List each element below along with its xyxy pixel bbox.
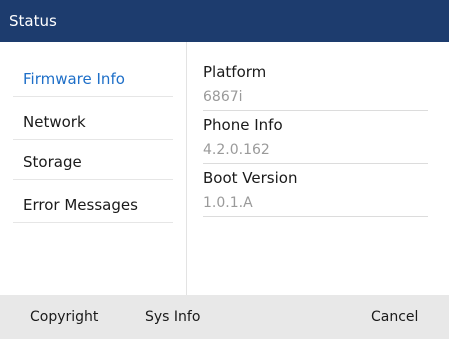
page-title: Status (9, 12, 57, 30)
firmware-details: Platform 6867i Phone Info 4.2.0.162 Boot… (187, 42, 449, 295)
phone-status-screen: Status Firmware Info Network Storage Err… (0, 0, 449, 339)
field-value: 1.0.1.A (203, 195, 253, 211)
field-label: Boot Version (203, 169, 298, 187)
field-phone-info: Phone Info 4.2.0.162 (203, 113, 428, 164)
field-value: 6867i (203, 89, 243, 105)
softkey-bar: Copyright Sys Info Cancel (0, 295, 449, 339)
menu-item-network[interactable]: Network (13, 105, 173, 140)
menu-item-label: Firmware Info (23, 70, 125, 88)
menu-item-label: Network (23, 113, 86, 131)
menu-item-storage[interactable]: Storage (13, 145, 173, 180)
title-bar: Status (0, 0, 449, 42)
field-label: Platform (203, 63, 267, 81)
field-label: Phone Info (203, 116, 283, 134)
menu-item-label: Storage (23, 153, 82, 171)
sys-info-softkey[interactable]: Sys Info (145, 295, 200, 339)
content-area: Firmware Info Network Storage Error Mess… (0, 42, 449, 295)
menu-item-error-messages[interactable]: Error Messages (13, 188, 173, 223)
copyright-softkey[interactable]: Copyright (30, 295, 98, 339)
cancel-softkey[interactable]: Cancel (371, 295, 418, 339)
field-value: 4.2.0.162 (203, 142, 270, 158)
status-menu: Firmware Info Network Storage Error Mess… (0, 42, 187, 295)
field-platform: Platform 6867i (203, 60, 428, 111)
menu-item-firmware-info[interactable]: Firmware Info (13, 62, 173, 97)
menu-item-label: Error Messages (23, 196, 138, 214)
field-boot-version: Boot Version 1.0.1.A (203, 166, 428, 217)
